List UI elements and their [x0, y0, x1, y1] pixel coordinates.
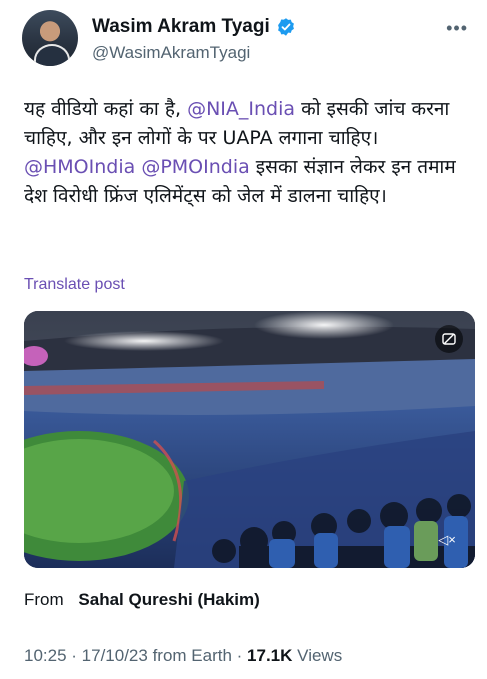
gif-icon[interactable]	[435, 325, 463, 353]
mention-nia-india[interactable]: @NIA_India	[187, 98, 295, 120]
avatar[interactable]	[22, 10, 78, 66]
gif-icon-glyph	[442, 333, 456, 345]
stadium-video-frame	[24, 311, 475, 568]
author-handle[interactable]: @WasimAkramTyagi	[92, 43, 250, 63]
mention-pmo-india[interactable]: @PMOIndia	[141, 156, 249, 178]
post-time[interactable]: 10:25	[24, 646, 67, 665]
author-name[interactable]: Wasim Akram Tyagi	[92, 16, 270, 38]
tweet-text: यह वीडियो कहां का है, @NIA_India को इसकी…	[24, 95, 474, 211]
views-label: Views	[297, 646, 343, 665]
source-attribution: From Sahal Qureshi (Hakim)	[24, 590, 260, 610]
author-name-row: Wasim Akram Tyagi	[92, 16, 296, 38]
mention-hmo-india[interactable]: @HMOIndia	[24, 156, 135, 178]
verified-badge-icon	[277, 18, 294, 36]
more-options-icon[interactable]: •••	[446, 18, 468, 39]
tweet-meta: 10:25 · 17/10/23 from Earth · 17.1K View…	[24, 646, 343, 665]
source-label: From	[24, 590, 64, 609]
views-count: 17.1K	[247, 646, 293, 665]
tweet-text-part: यह वीडियो कहां का है,	[24, 98, 188, 120]
translate-post-link[interactable]: Translate post	[24, 276, 125, 294]
post-date[interactable]: 17/10/23	[82, 646, 148, 665]
source-name[interactable]: Sahal Qureshi (Hakim)	[78, 590, 259, 609]
video-media[interactable]: ◁×	[24, 311, 475, 568]
mute-icon[interactable]: ◁×	[433, 526, 461, 554]
tweet-header: Wasim Akram Tyagi @WasimAkramTyagi •••	[22, 10, 472, 70]
post-location: from Earth	[152, 646, 232, 665]
